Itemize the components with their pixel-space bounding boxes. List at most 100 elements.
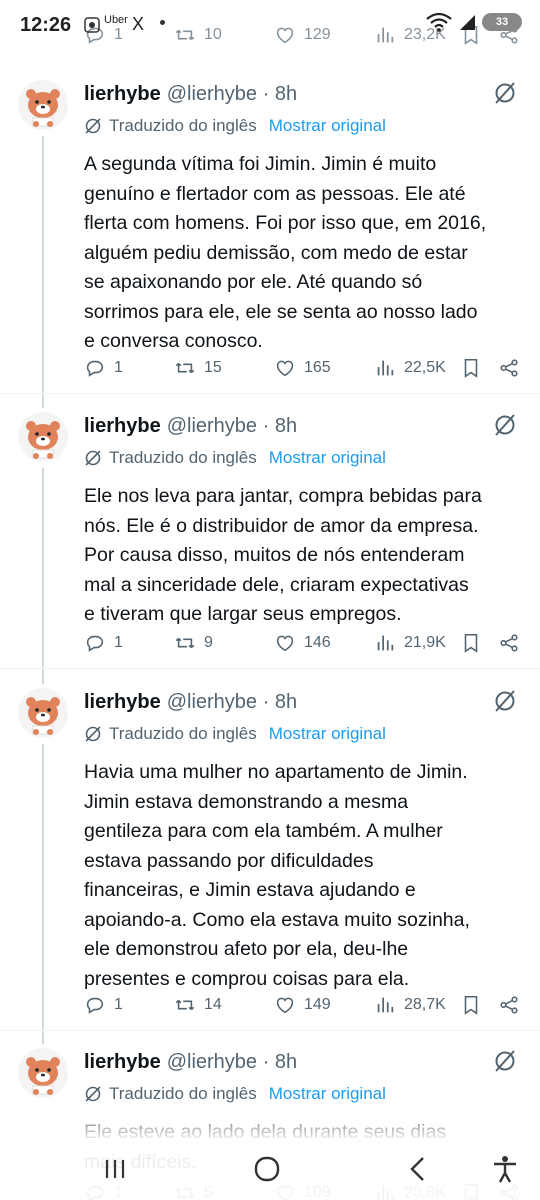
bottom-fade xyxy=(0,1098,540,1138)
author-name[interactable]: lierhybe xyxy=(84,415,161,438)
battery-level: 33 xyxy=(495,16,509,28)
reply-count: 1 xyxy=(114,634,123,651)
repost-button[interactable]: 14 xyxy=(174,992,222,1018)
avatar[interactable] xyxy=(18,688,68,738)
reply-icon xyxy=(86,360,104,377)
tweet-text: A segunda vítima foi Jimin. Jimin é muit… xyxy=(84,153,487,352)
translated-label: Traduzido do inglês xyxy=(109,116,257,135)
wifi-icon xyxy=(426,12,452,32)
reply-button[interactable]: 1 xyxy=(84,992,123,1018)
translation-notice: Traduzido do inglês Mostrar original xyxy=(84,114,522,138)
author-handle-time[interactable]: @lierhybe · 8h xyxy=(167,1051,297,1074)
status-time: 12:26 xyxy=(20,14,72,36)
tweet-actions: 1 9 146 21,9K xyxy=(84,630,524,656)
accessibility-button[interactable] xyxy=(490,1152,520,1186)
grok-icon[interactable] xyxy=(492,80,518,106)
repost-count: 15 xyxy=(204,359,222,376)
bookmark-icon xyxy=(464,358,478,378)
grok-icon[interactable] xyxy=(492,412,518,438)
heart-icon xyxy=(276,635,294,652)
repost-icon xyxy=(175,362,195,374)
translated-label: Traduzido do inglês xyxy=(109,448,257,467)
repost-count: 9 xyxy=(204,634,213,651)
reply-count: 1 xyxy=(114,359,123,376)
author-handle-time[interactable]: @lierhybe · 8h xyxy=(167,691,297,714)
share-button[interactable] xyxy=(498,630,520,656)
show-original-link[interactable]: Mostrar original xyxy=(269,116,386,136)
recent-apps-button[interactable] xyxy=(98,1152,132,1186)
tweet-header: lierhybe @lierhybe · 8h xyxy=(84,1048,522,1076)
tweet-divider xyxy=(0,1030,540,1031)
android-nav-bar xyxy=(0,1138,540,1200)
status-bar: 12:26 Uber X 33 xyxy=(0,0,540,62)
reply-button[interactable]: 1 xyxy=(84,355,123,381)
heart-icon xyxy=(276,997,294,1014)
share-button[interactable] xyxy=(498,992,520,1018)
author-name[interactable]: lierhybe xyxy=(84,691,161,714)
views-button[interactable]: 22,5K xyxy=(374,355,446,381)
like-count: 146 xyxy=(304,634,331,651)
views-icon xyxy=(377,997,394,1013)
home-button[interactable] xyxy=(250,1152,284,1186)
bookmark-button[interactable] xyxy=(460,992,482,1018)
grok-icon[interactable] xyxy=(492,688,518,714)
thread-connector-line xyxy=(42,468,44,684)
repost-icon xyxy=(175,999,195,1011)
back-button[interactable] xyxy=(402,1152,436,1186)
like-button[interactable]: 149 xyxy=(274,992,331,1018)
author-handle-time[interactable]: @lierhybe · 8h xyxy=(167,83,297,106)
avatar[interactable] xyxy=(18,1048,68,1098)
tweet-content: lierhybe @lierhybe · 8h Traduzido do inglê… xyxy=(84,412,522,630)
tweet-content: lierhybe @lierhybe · 8h Traduzido do inglê… xyxy=(84,80,522,357)
views-button[interactable]: 28,7K xyxy=(374,992,446,1018)
repost-count: 14 xyxy=(204,996,222,1013)
show-original-link[interactable]: Mostrar original xyxy=(269,724,386,744)
avatar[interactable] xyxy=(18,80,68,130)
repost-button[interactable]: 15 xyxy=(174,355,222,381)
reply-count: 1 xyxy=(114,996,123,1013)
reply-icon xyxy=(86,997,104,1014)
tweet-header: lierhybe @lierhybe · 8h xyxy=(84,80,522,108)
views-count: 22,5K xyxy=(404,359,446,376)
tweet-divider xyxy=(0,668,540,669)
tweet-content: lierhybe @lierhybe · 8h Traduzido do inglê… xyxy=(84,688,522,994)
heart-icon xyxy=(276,360,294,377)
show-original-link[interactable]: Mostrar original xyxy=(269,448,386,468)
share-icon xyxy=(500,634,518,652)
author-name[interactable]: lierhybe xyxy=(84,83,161,106)
translate-icon xyxy=(85,118,101,134)
notification-dot-icon xyxy=(160,20,165,25)
battery-icon: 33 xyxy=(482,13,522,31)
grok-icon[interactable] xyxy=(492,1048,518,1074)
status-icons: 33 xyxy=(426,12,522,32)
translate-icon xyxy=(85,726,101,742)
tweet-header: lierhybe @lierhybe · 8h xyxy=(84,688,522,716)
x-logo-icon: X xyxy=(132,14,145,34)
thread-connector-line xyxy=(42,136,44,408)
author-handle-time[interactable]: @lierhybe · 8h xyxy=(167,415,297,438)
reply-button[interactable]: 1 xyxy=(84,630,123,656)
share-button[interactable] xyxy=(498,355,520,381)
notification-app-icon xyxy=(84,17,100,33)
like-button[interactable]: 146 xyxy=(274,630,331,656)
repost-button[interactable]: 9 xyxy=(174,630,213,656)
bookmark-icon xyxy=(464,995,478,1015)
translate-icon xyxy=(85,450,101,466)
views-button[interactable]: 21,9K xyxy=(374,630,446,656)
views-count: 21,9K xyxy=(404,634,446,651)
like-button[interactable]: 165 xyxy=(274,355,331,381)
thread-connector-line xyxy=(42,744,44,1044)
views-count: 28,7K xyxy=(404,996,446,1013)
tweet-text: Ele nos leva para jantar, compra bebidas… xyxy=(84,485,482,625)
bookmark-button[interactable] xyxy=(460,355,482,381)
signal-icon xyxy=(460,15,475,30)
tweet-actions: 1 14 149 28,7K xyxy=(84,992,524,1018)
share-icon xyxy=(500,359,518,377)
avatar[interactable] xyxy=(18,412,68,462)
tweet-header: lierhybe @lierhybe · 8h xyxy=(84,412,522,440)
reply-icon xyxy=(86,635,104,652)
tweet-text: Havia uma mulher no apartamento de Jimin… xyxy=(84,761,470,990)
author-name[interactable]: lierhybe xyxy=(84,1051,161,1074)
share-icon xyxy=(500,996,518,1014)
bookmark-button[interactable] xyxy=(460,630,482,656)
